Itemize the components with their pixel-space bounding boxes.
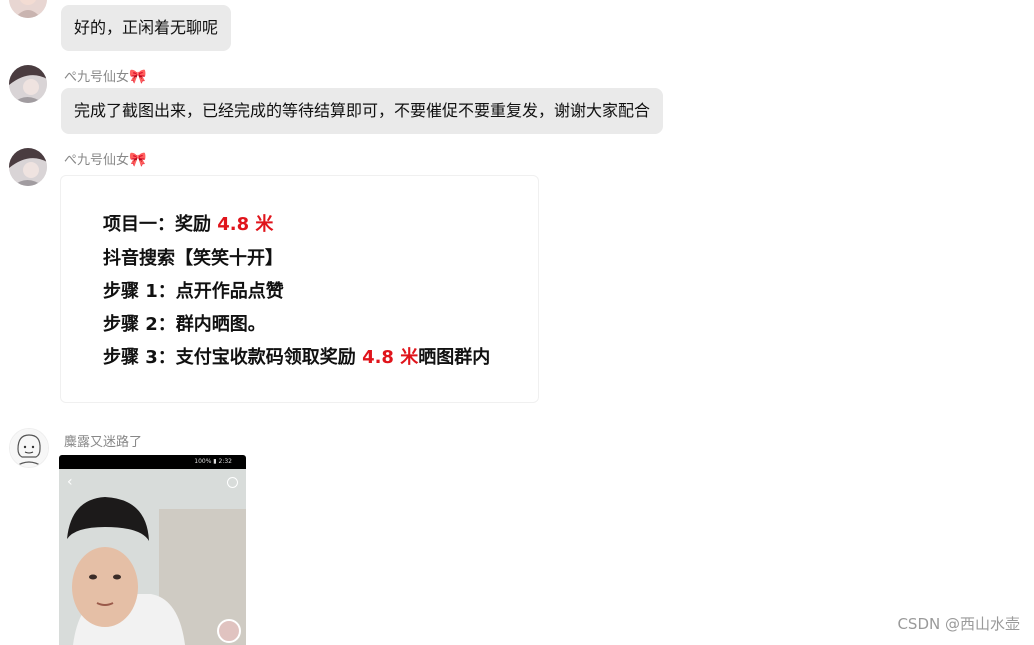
message-text: 完成了截图出来，已经完成的等待结算即可，不要催促不要重复发，谢谢大家配合 [74, 101, 651, 120]
photo-content [59, 469, 246, 645]
card-line-2: 抖音搜索【笑笑十开】 [103, 248, 283, 269]
sender-label: ぺ九号仙女 [64, 70, 130, 85]
card-text: 项目一：奖励 [103, 214, 218, 235]
avatar[interactable] [9, 428, 49, 468]
message-bubble[interactable]: 好的，正闲着无聊呢 [61, 5, 232, 51]
back-arrow-icon[interactable]: ‹ [67, 474, 73, 490]
message-card[interactable]: 项目一：奖励 4.8 米 抖音搜索【笑笑十开】 步骤 1：点开作品点赞 步骤 2… [60, 175, 539, 403]
card-line-5: 步骤 3：支付宝收款码领取奖励 4.8 米晒图群内 [103, 343, 490, 369]
avatar[interactable] [9, 0, 47, 18]
search-icon[interactable] [227, 477, 238, 488]
bow-emoji: 🎀 [129, 69, 147, 85]
reward-amount: 4.8 米 [362, 347, 419, 368]
message-text: 好的，正闲着无聊呢 [74, 18, 219, 37]
image-message[interactable]: 100% ▮ 2:32 ‹ [59, 455, 246, 645]
sender-name: ぺ九号仙女🎀 [64, 149, 146, 168]
card-line-1: 项目一：奖励 4.8 米 [103, 210, 273, 236]
reward-amount: 4.8 米 [217, 214, 274, 235]
sender-name: 麋露又迷路了 [64, 435, 143, 450]
sender-name: ぺ九号仙女🎀 [64, 66, 146, 85]
message-bubble[interactable]: 完成了截图出来，已经完成的等待结算即可，不要催促不要重复发，谢谢大家配合 [61, 88, 664, 134]
sender-label: ぺ九号仙女 [64, 153, 130, 168]
phone-status-bar: 100% ▮ 2:32 [59, 455, 246, 469]
card-text: 步骤 3：支付宝收款码领取奖励 [103, 347, 363, 368]
card-line-4: 步骤 2：群内晒图。 [103, 314, 266, 335]
status-right: 100% ▮ 2:32 [194, 458, 232, 465]
card-text: 晒图群内 [418, 347, 491, 368]
card-line-3: 步骤 1：点开作品点赞 [103, 281, 284, 302]
avatar[interactable] [9, 148, 47, 186]
watermark: CSDN @西山水壶 [897, 615, 1020, 633]
bow-emoji: 🎀 [129, 152, 147, 168]
avatar[interactable] [9, 65, 47, 103]
